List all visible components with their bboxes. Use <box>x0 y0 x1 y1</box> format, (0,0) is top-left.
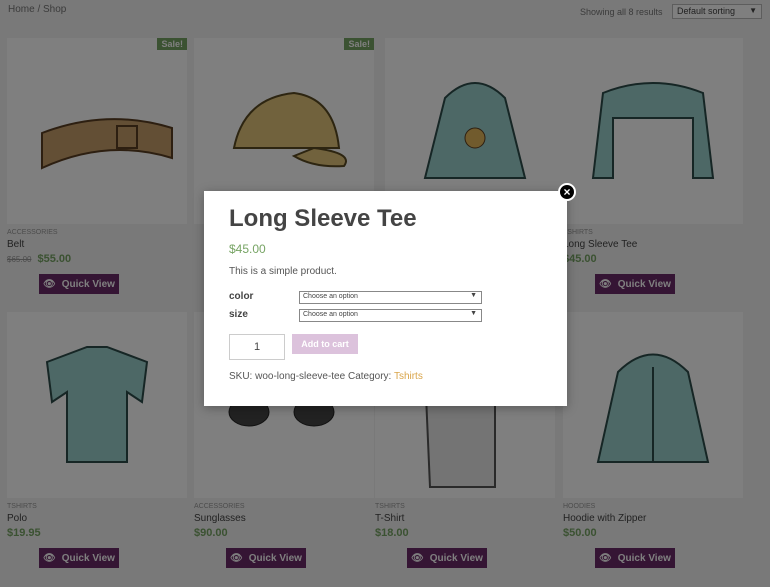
modal-price: $45.00 <box>229 242 266 256</box>
modal-description: This is a simple product. <box>229 266 337 277</box>
quick-view-modal: Long Sleeve Tee $45.00 This is a simple … <box>204 191 567 406</box>
size-select-value: Choose an option <box>303 311 358 318</box>
quantity-input[interactable]: 1 <box>229 334 285 360</box>
add-to-cart-button[interactable]: Add to cart <box>292 334 358 354</box>
size-label: size <box>229 309 248 320</box>
product-meta: SKU: woo-long-sleeve-tee Category: Tshir… <box>229 371 423 382</box>
chevron-down-icon: ▼ <box>470 310 477 317</box>
size-select[interactable]: Choose an option ▼ <box>299 309 482 322</box>
color-select[interactable]: Choose an option ▼ <box>299 291 482 304</box>
color-label: color <box>229 291 254 302</box>
color-select-value: Choose an option <box>303 293 358 300</box>
modal-title: Long Sleeve Tee <box>229 205 417 232</box>
sku-label: SKU: <box>229 371 253 382</box>
category-link[interactable]: Tshirts <box>394 371 423 382</box>
chevron-down-icon: ▼ <box>470 292 477 299</box>
category-label: Category: <box>347 371 392 382</box>
sku-value: woo-long-sleeve-tee <box>255 371 346 382</box>
close-icon[interactable]: × <box>558 183 576 201</box>
